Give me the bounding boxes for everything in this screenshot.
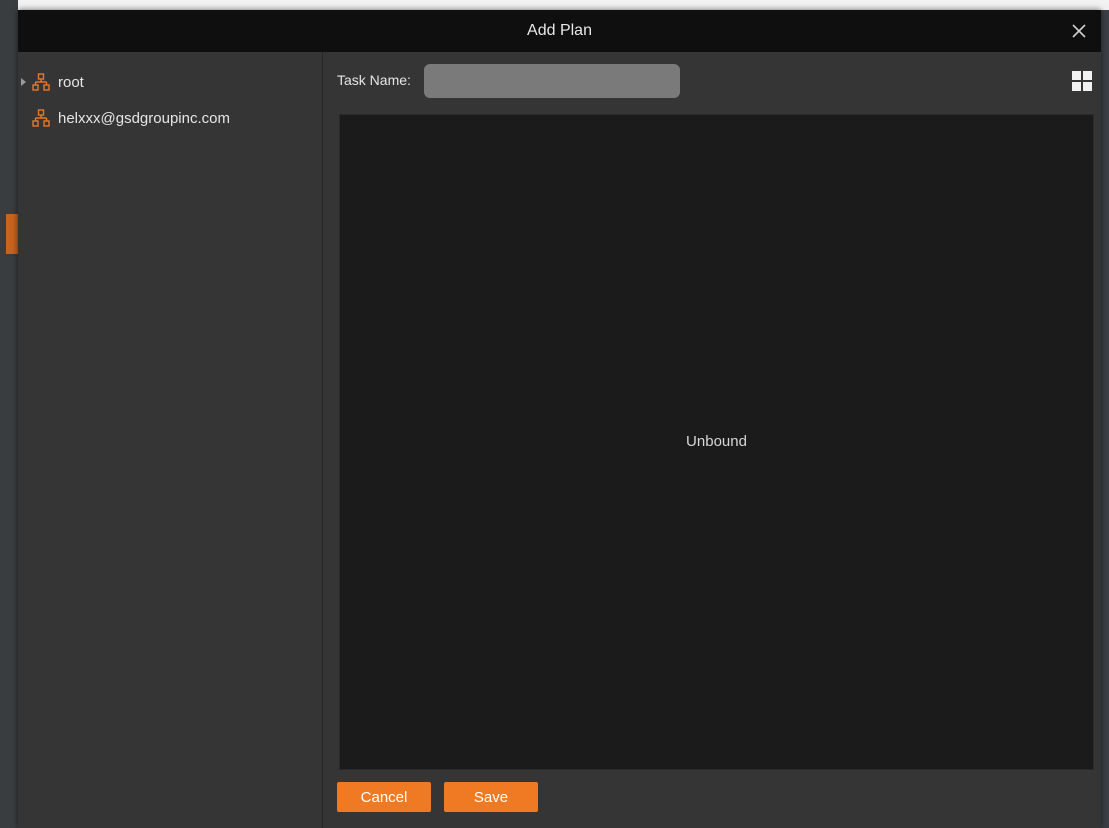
dialog-title: Add Plan [527, 22, 592, 39]
cancel-button[interactable]: Cancel [337, 782, 431, 812]
background-orange-tab [6, 214, 18, 254]
tree-item-root[interactable]: root [18, 68, 84, 96]
tree-item-label: root [58, 73, 84, 91]
grid-layout-icon [1072, 71, 1092, 91]
background-strip-left [0, 0, 18, 828]
dialog-titlebar: Add Plan [18, 10, 1101, 52]
save-button[interactable]: Save [444, 782, 538, 812]
org-chart-icon [32, 109, 50, 127]
layout-button[interactable] [1071, 70, 1093, 92]
close-button[interactable] [1067, 19, 1091, 43]
task-name-input[interactable] [424, 64, 680, 98]
add-plan-dialog: Add Plan root helxxx@gsdgroupinc.com Tas… [18, 10, 1101, 828]
plan-canvas[interactable]: Unbound [339, 114, 1094, 770]
device-tree: root helxxx@gsdgroupinc.com [18, 52, 323, 828]
background-strip-right [1101, 10, 1109, 828]
caret-spacer [18, 112, 30, 124]
tree-item-label: helxxx@gsdgroupinc.com [58, 109, 230, 127]
task-name-label: Task Name: [337, 72, 411, 88]
org-chart-icon [32, 73, 50, 91]
close-icon [1072, 24, 1086, 38]
binding-status: Unbound [686, 433, 747, 450]
tree-item-user[interactable]: helxxx@gsdgroupinc.com [18, 104, 230, 132]
caret-right-icon[interactable] [18, 76, 30, 88]
background-strip-top [0, 0, 1109, 10]
plan-editor: Task Name: Unbound Cancel Save [323, 52, 1101, 828]
